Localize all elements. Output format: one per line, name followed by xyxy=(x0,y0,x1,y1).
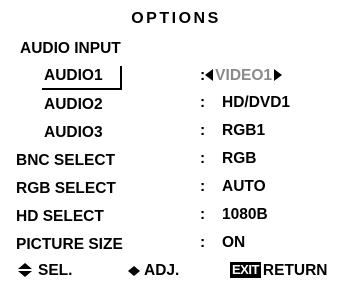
value-separator: : xyxy=(200,178,206,195)
bnc-select-value: RGB xyxy=(222,150,257,167)
value-separator: : xyxy=(200,150,206,167)
audio2-value: HD/DVD1 xyxy=(222,94,291,111)
adjust-right-arrow-icon[interactable] xyxy=(274,69,283,81)
value-separator: : xyxy=(200,234,206,251)
footer-adj-label: ADJ. xyxy=(144,262,180,279)
menu-item-bnc-select[interactable]: BNC SELECT xyxy=(16,152,115,170)
menu-item-rgb-select[interactable]: RGB SELECT xyxy=(16,180,116,198)
value-separator: : xyxy=(200,122,206,139)
hd-select-value: 1080B xyxy=(222,206,268,223)
rgb-select-value: AUTO xyxy=(222,178,266,195)
picture-size-value: ON xyxy=(222,234,246,251)
value-separator: : xyxy=(200,94,206,111)
footer-adj-hint: ADJ. xyxy=(128,262,179,280)
value-separator: : xyxy=(200,206,206,223)
footer-return-hint[interactable]: EXIT RETURN xyxy=(230,262,328,280)
menu-item-audio-input: AUDIO INPUT xyxy=(20,40,121,57)
footer-sel-label: SEL. xyxy=(38,262,73,279)
audio1-value: VIDEO1 xyxy=(215,67,273,84)
menu-item-hd-select[interactable]: HD SELECT xyxy=(16,208,104,226)
audio3-value: RGB1 xyxy=(222,122,266,139)
adjust-left-arrow-icon[interactable] xyxy=(205,69,214,81)
menu-item-audio1[interactable]: AUDIO1 xyxy=(44,67,103,85)
footer-return-label: RETURN xyxy=(262,262,328,279)
footer-sel-hint: SEL. xyxy=(18,262,72,280)
menu-item-audio3[interactable]: AUDIO3 xyxy=(44,124,103,142)
exit-button-icon[interactable]: EXIT xyxy=(230,262,261,278)
menu-row-audio1-value[interactable]: : VIDEO1 xyxy=(200,67,283,85)
up-down-arrows-icon xyxy=(18,263,32,277)
menu-item-picture-size[interactable]: PICTURE SIZE xyxy=(16,236,123,254)
right-arrow-icon xyxy=(134,266,140,276)
menu-title: OPTIONS xyxy=(131,10,221,27)
menu-item-audio2[interactable]: AUDIO2 xyxy=(44,96,103,114)
